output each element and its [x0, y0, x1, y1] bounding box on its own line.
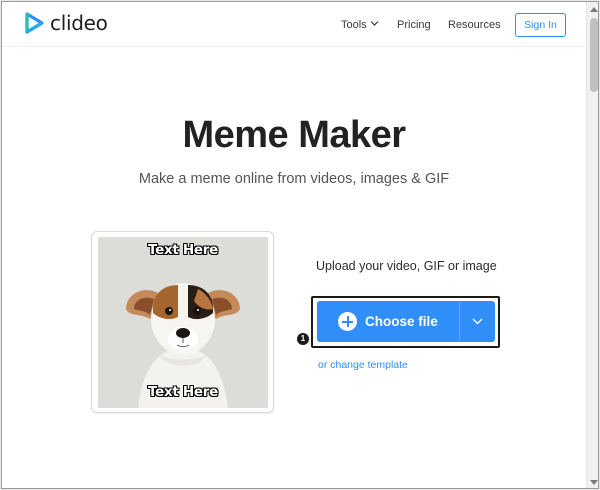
choose-file-label: Choose file	[365, 314, 438, 329]
step-number-badge: 1	[297, 333, 309, 345]
choose-file-button[interactable]: Choose file	[317, 301, 459, 342]
plus-circle-icon	[338, 312, 357, 331]
change-template-link[interactable]: or change template	[318, 359, 408, 371]
chevron-down-icon[interactable]	[370, 20, 379, 27]
logo[interactable]: clideo	[24, 12, 108, 34]
vertical-scrollbar[interactable]	[586, 2, 598, 488]
play-triangle-logo-icon	[25, 12, 44, 34]
scroll-down-arrow-icon[interactable]	[590, 480, 598, 486]
nav-pricing[interactable]: Pricing	[397, 19, 431, 31]
page-title: Meme Maker	[182, 114, 406, 156]
choose-file-dropdown-button[interactable]	[460, 301, 495, 342]
page-subtitle: Make a meme online from videos, images &…	[138, 171, 450, 187]
dog-photo-illustration	[98, 237, 268, 408]
sign-in-button[interactable]: Sign In	[515, 13, 566, 37]
upload-instruction: Upload your video, GIF or image	[316, 259, 497, 273]
meme-preview-image: Text Here Text Here	[98, 237, 268, 408]
nav-tools[interactable]: Tools	[341, 19, 367, 31]
site-header: clideo Tools Pricing Resources Sign In	[2, 2, 586, 47]
meme-bottom-text: Text Here	[147, 384, 218, 400]
chevron-down-icon	[472, 318, 483, 325]
nav-resources[interactable]: Resources	[448, 19, 501, 31]
scroll-up-arrow-icon[interactable]	[590, 6, 598, 12]
logo-text: clideo	[50, 11, 108, 35]
browser-viewport: clideo Tools Pricing Resources Sign In M…	[1, 1, 599, 489]
choose-file-button-group: Choose file	[317, 301, 495, 342]
scrollbar-thumb[interactable]	[590, 18, 598, 92]
meme-top-text: Text Here	[147, 242, 218, 258]
meme-template-card[interactable]: Text Here Text Here	[91, 231, 274, 413]
